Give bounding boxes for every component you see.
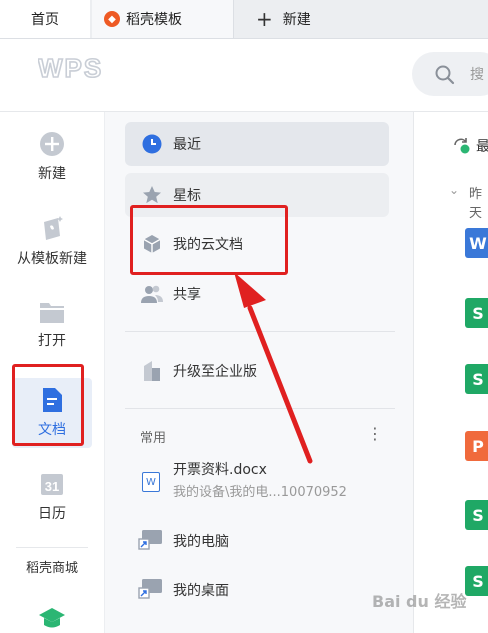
nav-divider	[16, 547, 88, 548]
computer-shortcut-icon	[138, 530, 162, 550]
folder-icon	[40, 303, 64, 323]
building-icon	[141, 360, 163, 382]
recent-file-path: 我的设备\我的电...10070952	[173, 485, 347, 500]
my-desktop-link[interactable]: 我的桌面	[173, 580, 229, 600]
svg-text:WPS: WPS	[38, 56, 103, 80]
mid-label: 星标	[173, 188, 201, 204]
nav-item-open[interactable]: 打开	[0, 300, 104, 350]
word-file-icon[interactable]: W	[465, 228, 488, 258]
nav-item-calendar[interactable]: 31 日历	[0, 471, 104, 523]
tab-home-label: 首页	[31, 12, 59, 28]
sheet-file-icon[interactable]: S	[465, 298, 488, 328]
clock-icon	[141, 134, 163, 154]
search-placeholder: 搜	[470, 67, 484, 83]
common-section-title: 常用	[140, 431, 167, 446]
sheet-file-icon[interactable]: S	[465, 500, 488, 530]
sheet-file-icon[interactable]: S	[465, 566, 488, 596]
daoke-logo-icon: ◆	[104, 11, 120, 27]
graduation-cap-icon[interactable]	[38, 605, 66, 633]
tab-new[interactable]: + 新建	[252, 0, 372, 38]
docx-file-icon: W	[142, 472, 160, 492]
annotation-box-documents	[12, 364, 84, 446]
calendar-icon: 31	[41, 474, 63, 495]
nav-item-new[interactable]: 新建	[0, 131, 104, 183]
nav-label: 新建	[38, 166, 66, 182]
nav-label: 从模板新建	[17, 251, 87, 267]
plus-icon: +	[256, 7, 273, 31]
users-icon	[141, 284, 163, 304]
annotation-box-cloud-docs	[130, 205, 288, 275]
mid-label: 最近	[173, 137, 201, 153]
search-icon[interactable]	[434, 64, 456, 86]
ppt-file-icon[interactable]: P	[465, 431, 488, 461]
yesterday-group-label: 昨天	[469, 187, 483, 221]
tab-new-label: 新建	[282, 12, 311, 28]
more-options-icon[interactable]: ⋮	[367, 424, 383, 443]
nav-label: 打开	[38, 333, 66, 349]
template-icon	[44, 216, 63, 240]
svg-text:31: 31	[45, 479, 59, 494]
wps-logo: WPS	[38, 56, 103, 80]
nav-label: 稻壳商城	[25, 561, 78, 576]
tab-home[interactable]: 首页	[0, 0, 90, 38]
mid-item-recent[interactable]: 最近	[125, 122, 389, 166]
sheet-file-icon[interactable]: S	[465, 364, 488, 394]
tab-bar: 首页 ◆ 稻壳模板 + 新建	[0, 0, 488, 39]
chevron-down-icon[interactable]: ⌄	[449, 183, 459, 197]
tab-daoke-label: 稻壳模板	[126, 12, 182, 28]
annotation-arrow	[234, 272, 313, 464]
desktop-shortcut-icon	[138, 579, 162, 599]
nav-label: 日历	[38, 506, 66, 522]
sync-icon	[454, 138, 470, 154]
my-computer-link[interactable]: 我的电脑	[173, 531, 229, 551]
tab-daoke-templates[interactable]: ◆ 稻壳模板	[92, 0, 234, 38]
right-section-title: 最	[476, 139, 488, 155]
baidu-watermark: Bai du 经验	[372, 592, 467, 611]
plus-circle-icon	[40, 132, 64, 156]
nav-item-from-template[interactable]: 从模板新建	[0, 214, 104, 268]
star-icon	[141, 185, 163, 205]
nav-item-daoke-mall[interactable]: 稻壳商城	[0, 557, 104, 576]
mid-label: 共享	[173, 287, 201, 303]
